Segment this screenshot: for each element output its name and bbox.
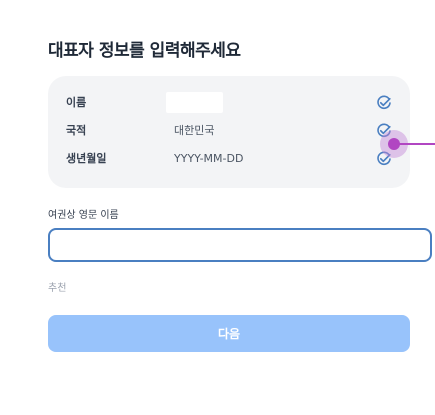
info-row-name: 이름 (48, 92, 410, 113)
page-title: 대표자 정보를 입력해주세요 (48, 41, 241, 61)
info-row-birthdate: 생년월일 YYYY-MM-DD (48, 149, 410, 169)
name-value-masked (166, 92, 223, 113)
nationality-value: 대한민국 (174, 124, 215, 137)
info-row-nationality: 국적 대한민국 (48, 121, 410, 141)
english-name-input[interactable] (48, 228, 432, 262)
cursor-pointer-dot (388, 138, 400, 150)
cursor-pointer-line (399, 143, 435, 145)
check-circle-icon (377, 95, 391, 110)
nationality-label: 국적 (66, 124, 87, 137)
birthdate-label: 생년월일 (66, 152, 107, 165)
english-name-label: 여권상 영문 이름 (48, 210, 119, 221)
recommend-label: 추천 (48, 283, 67, 294)
birthdate-value: YYYY-MM-DD (174, 152, 244, 165)
name-label: 이름 (66, 96, 87, 109)
next-button[interactable]: 다음 (48, 315, 410, 352)
representative-info-card: 이름 국적 대한민국 생년월일 YYYY-MM-DD (48, 76, 410, 188)
